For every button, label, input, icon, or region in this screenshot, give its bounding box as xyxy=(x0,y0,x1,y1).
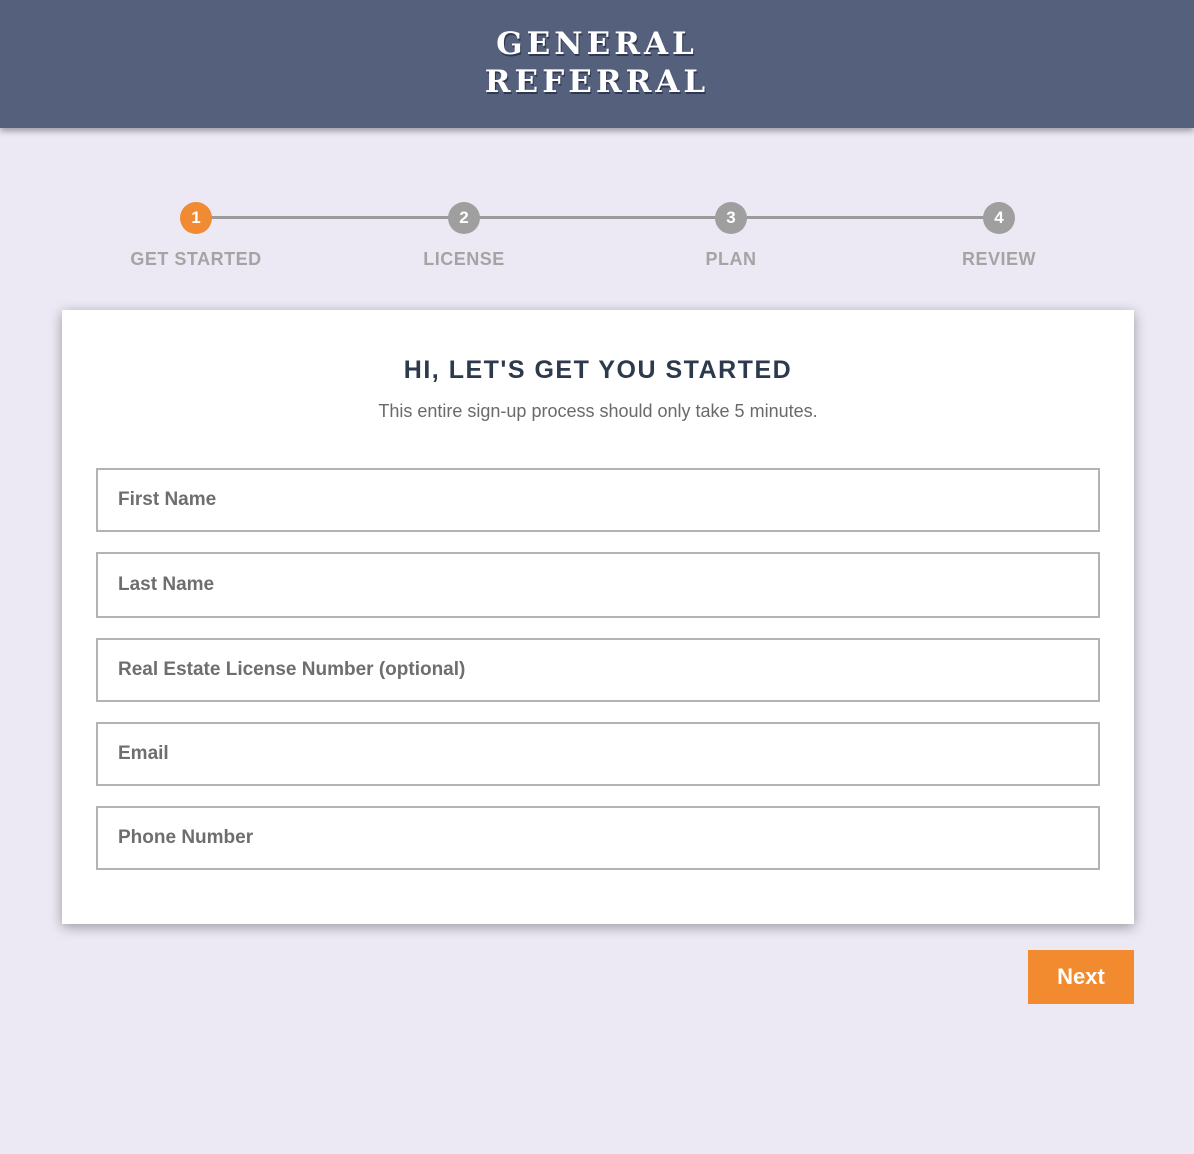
step-label: GET STARTED xyxy=(130,249,262,269)
page-header: GENERAL REFERRAL xyxy=(0,0,1194,128)
logo-line-1: GENERAL xyxy=(496,26,698,62)
general-referral-logo[interactable]: GENERAL REFERRAL xyxy=(485,25,709,101)
step-number-badge: 4 xyxy=(983,202,1015,234)
step-plan: 3 PLAN xyxy=(631,200,831,270)
first-name-field[interactable] xyxy=(96,468,1100,532)
step-number-badge: 2 xyxy=(448,202,480,234)
logo-line-2: REFERRAL xyxy=(484,64,710,100)
step-number-badge: 3 xyxy=(715,202,747,234)
step-label: PLAN xyxy=(705,249,757,269)
form-title: HI, LET'S GET YOU STARTED xyxy=(403,356,793,384)
signup-form-card: HI, LET'S GET YOU STARTED This entire si… xyxy=(62,310,1134,924)
progress-stepper: 1 GET STARTED 2 LICENSE 3 PLAN 4 REVIEW xyxy=(0,200,1194,280)
form-subtitle: This entire sign-up process should only … xyxy=(378,401,818,421)
next-button[interactable]: Next xyxy=(1028,950,1134,1004)
step-license: 2 LICENSE xyxy=(364,200,564,270)
license-number-field[interactable] xyxy=(96,638,1100,702)
step-label: REVIEW xyxy=(961,249,1036,269)
step-label: LICENSE xyxy=(423,249,505,269)
last-name-field[interactable] xyxy=(96,552,1100,618)
phone-number-field[interactable] xyxy=(96,806,1100,870)
stepper-track xyxy=(196,216,999,219)
step-number-badge: 1 xyxy=(180,202,212,234)
step-get-started: 1 GET STARTED xyxy=(96,200,296,270)
step-review: 4 REVIEW xyxy=(899,200,1099,270)
email-field[interactable] xyxy=(96,722,1100,786)
